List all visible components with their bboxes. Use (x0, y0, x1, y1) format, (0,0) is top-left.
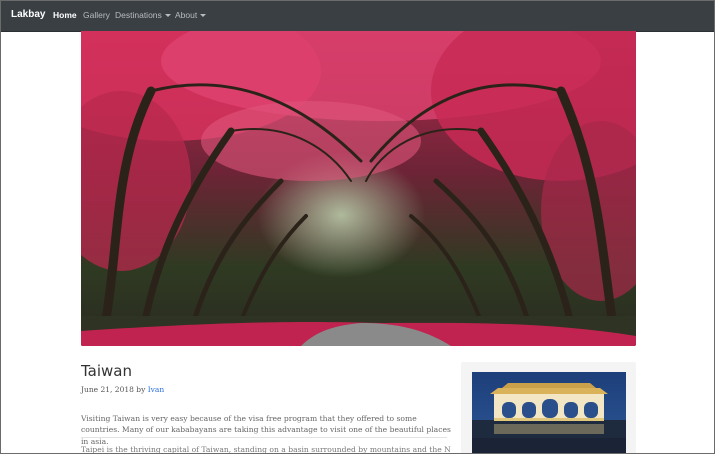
brand-logo[interactable]: Lakbay (11, 9, 45, 20)
post-body: Taipei is the thriving capital of Taiwan… (81, 445, 451, 454)
sidebar-thumbnail[interactable] (472, 372, 626, 453)
post-date: June 21, 2018 by (81, 385, 146, 394)
nav-destinations-dropdown[interactable]: Destinations (115, 10, 171, 20)
sidebar-card (461, 362, 636, 453)
caret-down-icon (200, 14, 207, 18)
cherry-blossom-tunnel-image (81, 31, 636, 346)
post-excerpt: Visiting Taiwan is very easy because of … (81, 413, 451, 446)
hero-image (81, 31, 636, 346)
post-title[interactable]: Taiwan (81, 362, 132, 380)
nav-home[interactable]: Home (53, 10, 77, 20)
author-link[interactable]: Ivan (148, 385, 165, 394)
divider (81, 437, 447, 438)
top-navbar: Lakbay Home Gallery Destinations About (1, 1, 714, 32)
caret-down-icon (164, 14, 171, 18)
nav-about-label: About (175, 10, 198, 20)
nav-gallery[interactable]: Gallery (83, 10, 110, 20)
nav-destinations-label: Destinations (115, 10, 162, 20)
browser-page: Lakbay Home Gallery Destinations About T… (0, 0, 715, 454)
nav-about-dropdown[interactable]: About (175, 10, 207, 20)
memorial-gate-image (472, 372, 626, 453)
post-meta: June 21, 2018 by Ivan (81, 385, 164, 394)
